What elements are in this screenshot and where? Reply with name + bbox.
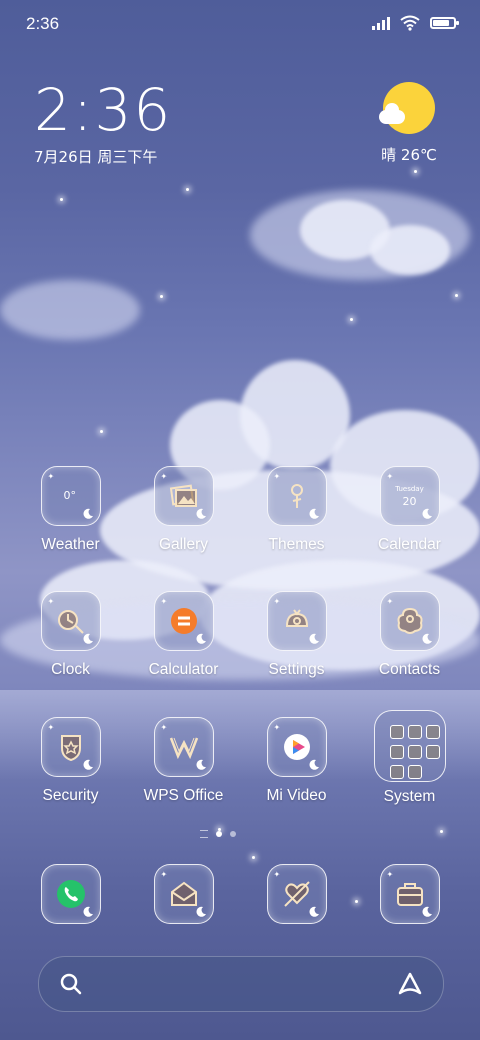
page-dot [230,831,236,837]
app-label-themes: Themes [268,536,325,553]
app-contacts[interactable]: ✦ Contacts [353,591,466,679]
app-label-gallery: Gallery [158,536,209,553]
settings-icon: ✦ [266,591,327,651]
calendar-icon: ✦ Tuesday 20 [379,466,440,526]
sun-partly-cloudy-icon [379,82,435,134]
app-label-security: Security [42,787,99,804]
app-wps-office[interactable]: ✦ WPS Office [127,717,240,805]
dock: ✦ ✦ ✦ [14,864,466,924]
contacts-icon: ✦ [379,591,440,651]
app-label-system: System [383,788,436,805]
battery-icon [430,17,459,29]
search-icon[interactable] [59,972,83,996]
weather-temperature: 26℃ [400,146,437,164]
weather-text: 晴 26℃ [374,144,444,165]
weather-condition: 晴 [381,146,397,164]
clock-icon: ✦ [40,591,101,651]
folder-icon [373,710,446,782]
signal-icon [372,16,390,30]
calendar-icon-day: Tuesday [395,485,424,493]
app-clock[interactable]: ✦ Clock [14,591,127,679]
status-bar: 2:36 [0,0,480,50]
app-label-wps-office: WPS Office [143,787,224,804]
calendar-icon-date: 20 [402,495,417,508]
dock-browser[interactable]: ✦ [240,864,353,924]
weather-widget[interactable]: 晴 26℃ [374,82,444,165]
themes-icon: ✦ [266,466,327,526]
status-time: 2:36 [26,14,60,33]
app-label-mi-video: Mi Video [266,787,327,804]
weather-icon: ✦ 0° [40,466,101,526]
app-label-settings: Settings [268,661,325,678]
search-bar[interactable] [38,956,444,1012]
app-label-calculator: Calculator [148,661,219,678]
app-settings[interactable]: ✦ Settings [240,591,353,679]
app-calendar[interactable]: ✦ Tuesday 20 Calendar [353,466,466,554]
messages-icon: ✦ [153,864,214,924]
page-dot-active [216,831,222,837]
weather-icon-glyph-text: 0° [63,489,77,502]
app-weather[interactable]: ✦ 0° Weather [14,466,127,554]
page-indicator-menu [200,830,208,838]
clock-widget[interactable]: 2:36 7月26日 周三下午 [34,80,172,167]
app-security[interactable]: ✦ Security [14,717,127,805]
dock-files[interactable]: ✦ [353,864,466,924]
clock-widget-time: 2:36 [34,76,173,144]
wifi-icon [400,15,420,31]
clock-widget-date: 7月26日 周三下午 [34,148,158,166]
assistant-icon[interactable] [397,971,423,997]
page-indicator[interactable] [200,830,236,838]
app-calculator[interactable]: ✦ Calculator [127,591,240,679]
briefcase-icon: ✦ [379,864,440,924]
dock-messages[interactable]: ✦ [127,864,240,924]
status-icons [372,15,459,31]
app-themes[interactable]: ✦ Themes [240,466,353,554]
heart-arrow-icon: ✦ [266,864,327,924]
app-system-folder[interactable]: System [353,710,466,806]
app-label-weather: Weather [41,536,100,553]
app-mi-video[interactable]: ✦ Mi Video [240,717,353,805]
app-gallery[interactable]: ✦ Gallery [127,466,240,554]
app-label-clock: Clock [51,661,90,678]
wps-office-icon: ✦ [153,717,214,777]
app-label-contacts: Contacts [378,661,441,678]
calculator-icon: ✦ [153,591,214,651]
security-icon: ✦ [40,717,101,777]
phone-icon [40,864,101,924]
mi-video-icon: ✦ [266,717,327,777]
dock-phone[interactable] [14,864,127,924]
app-label-calendar: Calendar [378,536,441,553]
gallery-icon: ✦ [153,466,214,526]
